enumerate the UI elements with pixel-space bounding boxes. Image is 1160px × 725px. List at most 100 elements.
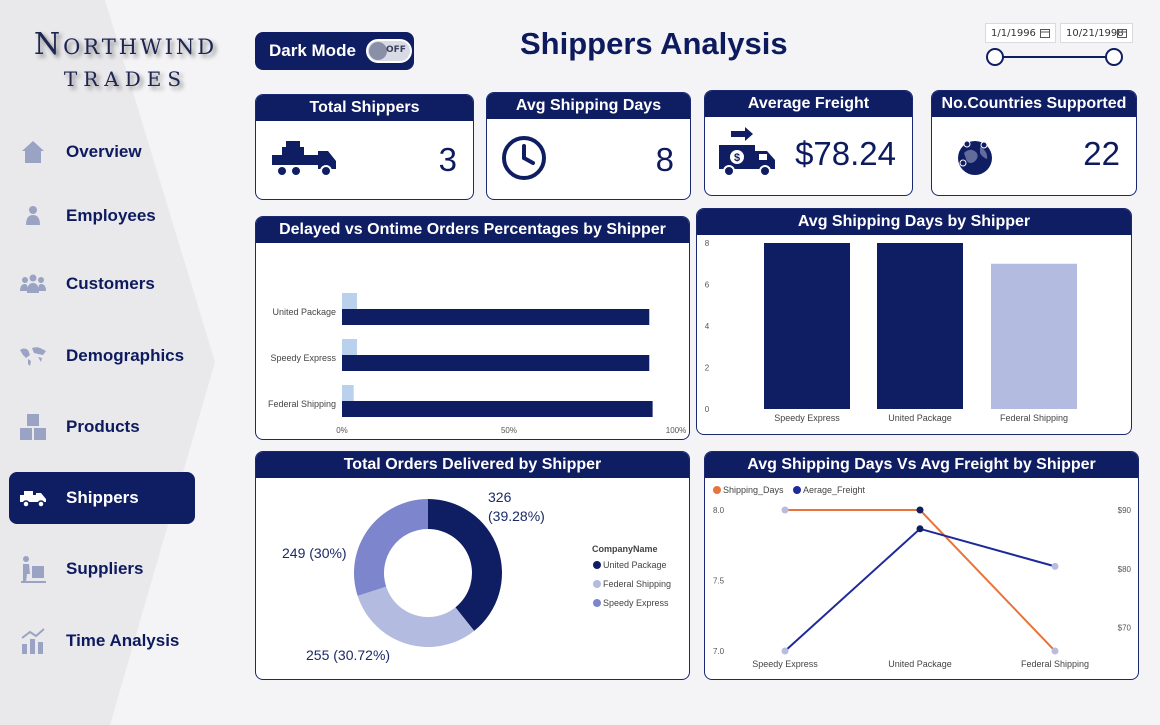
legend-marker [593,561,601,569]
toggle-knob [368,42,387,60]
kpi-value: 8 [655,141,674,178]
series-line-aerage_freight[interactable] [784,527,1056,652]
legend-label[interactable]: United Package [603,560,667,570]
orders-delivered-donut-chart: 326 (39.28%) 255 (30.72%) 249 (30%) CompanyN… [282,489,671,663]
legend-marker [593,599,601,607]
data-point[interactable] [916,525,924,533]
x-category-label: Federal Shipping [1021,659,1089,669]
toggle-state: OFF [385,45,406,55]
x-tick-label: 100% [666,426,686,435]
y-right-tick-label: $90 [1118,506,1132,515]
growth-chart-icon [13,626,53,656]
donut-slice[interactable] [357,586,475,647]
date-slider-track[interactable] [995,56,1115,58]
sidebar-item-label: Customers [66,274,155,293]
sidebar-item-customers[interactable]: Customers [9,258,195,310]
days-vs-freight-chart-card: Avg Shipping Days Vs Avg Freight by Ship… [704,451,1139,680]
delayed-ontime-bar-chart: United Package Speedy Express Federal Ship… [268,293,686,435]
toggle-switch[interactable]: OFF [365,39,412,63]
date-from-text: 1/1/1996 [991,27,1036,39]
y-tick-label: 8 [705,239,710,248]
kpi-title: Avg Shipping Days [487,93,690,119]
kpi-countries-supported: No.Countries Supported 22 [931,90,1137,196]
legend-label[interactable]: Federal Shipping [603,579,671,589]
legend-marker [713,486,721,494]
slice-data-label: 255 (30.72%) [306,647,390,663]
y-left-tick-label: 7.0 [713,647,725,656]
bar-delayed[interactable] [342,293,358,309]
category-label: Speedy Express [270,353,336,363]
kpi-average-freight: Average Freight $ $78.24 [704,90,913,196]
data-point[interactable] [1051,647,1059,655]
y-left-tick-label: 8.0 [713,506,725,515]
bar-ontime[interactable] [342,401,653,417]
sidebar-item-demographics[interactable]: Demographics [9,330,195,382]
sidebar-item-label: Products [66,417,140,436]
kpi-value: 22 [1083,135,1120,172]
date-slider-end-handle[interactable] [1105,48,1123,66]
page-title: Shippers Analysis [520,26,788,61]
delayed-ontime-chart-card: Delayed vs Ontime Orders Percentages by … [255,216,690,440]
kpi-title: Average Freight [705,91,912,117]
legend-label[interactable]: Shipping_Days [723,485,784,495]
x-tick-label: 50% [501,426,517,435]
avg-shipping-days-chart-card: Avg Shipping Days by Shipper 0 2 4 6 8 Speedy… [696,208,1132,435]
bar-ontime[interactable] [342,309,650,325]
calendar-icon [1040,29,1050,38]
category-label: Federal Shipping [268,399,336,409]
x-tick-label: 0% [336,426,348,435]
sidebar-item-employees[interactable]: Employees [9,190,195,242]
category-label: United Package [272,307,336,317]
x-category-label: United Package [888,413,952,423]
slice-data-label: 249 (30%) [282,545,347,561]
clock-icon [502,136,546,180]
dolly-icon [13,554,53,584]
kpi-title: Total Shippers [256,95,473,121]
people-icon [13,269,53,299]
sidebar-item-label: Shippers [66,488,139,507]
truck-icon [13,483,53,513]
orders-delivered-chart-card: Total Orders Delivered by Shipper 326 (39… [255,451,690,680]
sidebar-item-overview[interactable]: Overview [9,126,195,178]
data-point[interactable] [1051,562,1059,570]
legend-marker [593,580,601,588]
data-point[interactable] [781,506,789,514]
dark-mode-toggle[interactable]: Dark Mode OFF [255,32,414,70]
bar[interactable] [764,243,850,409]
date-slider-start-handle[interactable] [986,48,1004,66]
sidebar-item-products[interactable]: Products [9,401,195,453]
x-category-label: Speedy Express [752,659,818,669]
y-right-tick-label: $70 [1118,624,1132,633]
slice-data-label: (39.28%) [488,508,545,524]
sidebar-item-time-analysis[interactable]: Time Analysis [9,615,195,667]
kpi-value: $78.24 [795,135,896,172]
date-to-input[interactable]: 10/21/1998 [1060,23,1133,43]
kpi-total-shippers: Total Shippers 3 [255,94,474,200]
legend-label[interactable]: Aerage_Freight [803,485,866,495]
dark-mode-label: Dark Mode [269,41,356,60]
x-category-label: Speedy Express [774,413,840,423]
chart-title: Delayed vs Ontime Orders Percentages by … [256,217,689,243]
donut-slice[interactable] [354,499,428,596]
sidebar-item-suppliers[interactable]: Suppliers [9,543,195,595]
sidebar-item-label: Employees [66,206,156,225]
legend-label[interactable]: Speedy Express [603,598,669,608]
bar-ontime[interactable] [342,355,650,371]
legend-title: CompanyName [592,544,658,554]
legend-marker [793,486,801,494]
bar[interactable] [991,263,1077,409]
bar[interactable] [877,243,963,409]
y-tick-label: 0 [705,405,710,414]
date-from-input[interactable]: 1/1/1996 [985,23,1056,43]
x-category-label: Federal Shipping [1000,413,1068,423]
kpi-value: 3 [438,141,457,178]
bar-delayed[interactable] [342,339,358,355]
date-to-text: 10/21/1998 [1066,27,1124,39]
sidebar-item-label: Time Analysis [66,631,180,650]
sidebar-item-shippers[interactable]: Shippers [9,472,195,524]
data-point[interactable] [781,647,789,655]
bar-delayed[interactable] [342,385,354,401]
x-category-label: United Package [888,659,952,669]
data-point[interactable] [916,506,924,514]
tow-truck-icon [272,141,336,177]
